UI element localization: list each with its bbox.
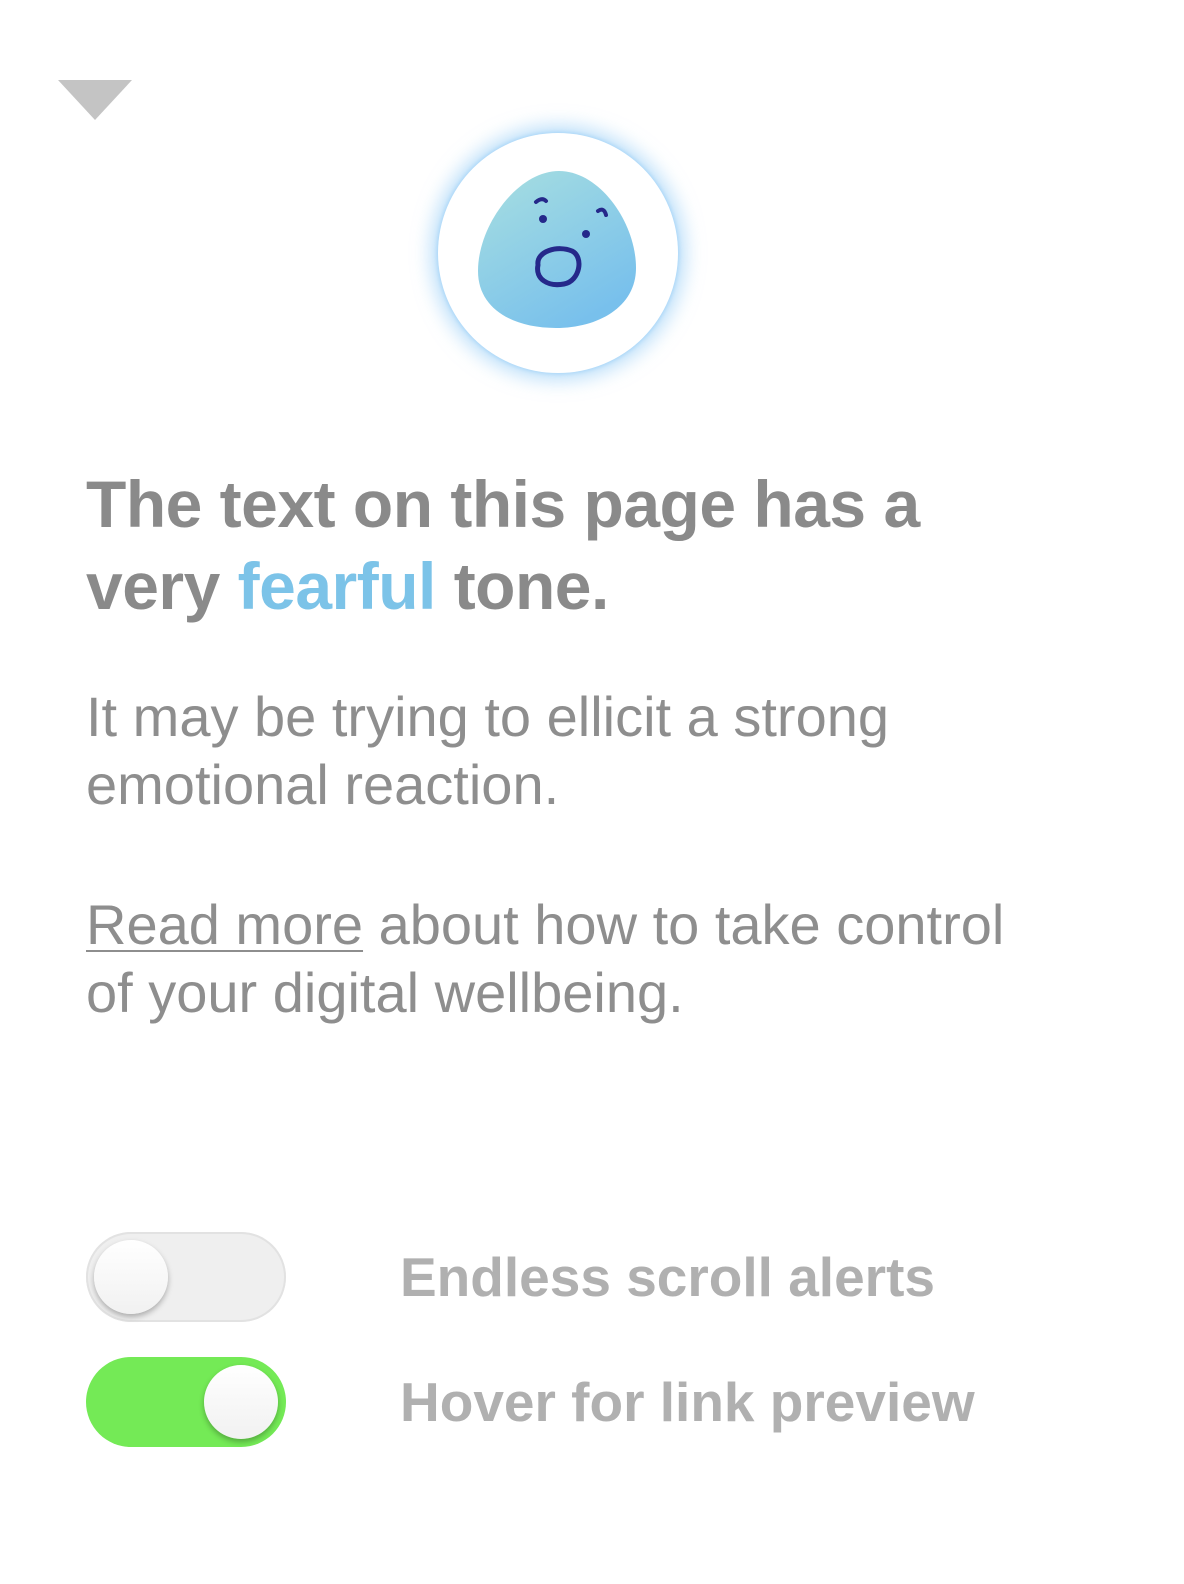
tone-word: fearful: [237, 549, 437, 623]
tone-headline: The text on this page has a very fearful…: [86, 463, 1066, 627]
read-more-link[interactable]: Read more: [86, 893, 363, 956]
tone-description: It may be trying to ellicit a strong emo…: [86, 685, 890, 816]
mood-avatar: [438, 133, 678, 373]
toggle-knob: [94, 1240, 168, 1314]
endless-scroll-toggle[interactable]: [86, 1232, 286, 1322]
toggle-knob: [204, 1365, 278, 1439]
setting-endless-scroll: Endless scroll alerts: [86, 1232, 1046, 1322]
wellbeing-paragraph: Read more about how to take control of y…: [86, 891, 1046, 1027]
endless-scroll-label: Endless scroll alerts: [400, 1246, 935, 1308]
collapse-arrow-icon[interactable]: [58, 80, 132, 120]
link-preview-toggle[interactable]: [86, 1357, 286, 1447]
headline-suffix: tone.: [435, 549, 610, 623]
fearful-face-icon: [478, 171, 636, 328]
link-preview-label: Hover for link preview: [400, 1371, 975, 1433]
setting-link-preview: Hover for link preview: [86, 1357, 1046, 1447]
